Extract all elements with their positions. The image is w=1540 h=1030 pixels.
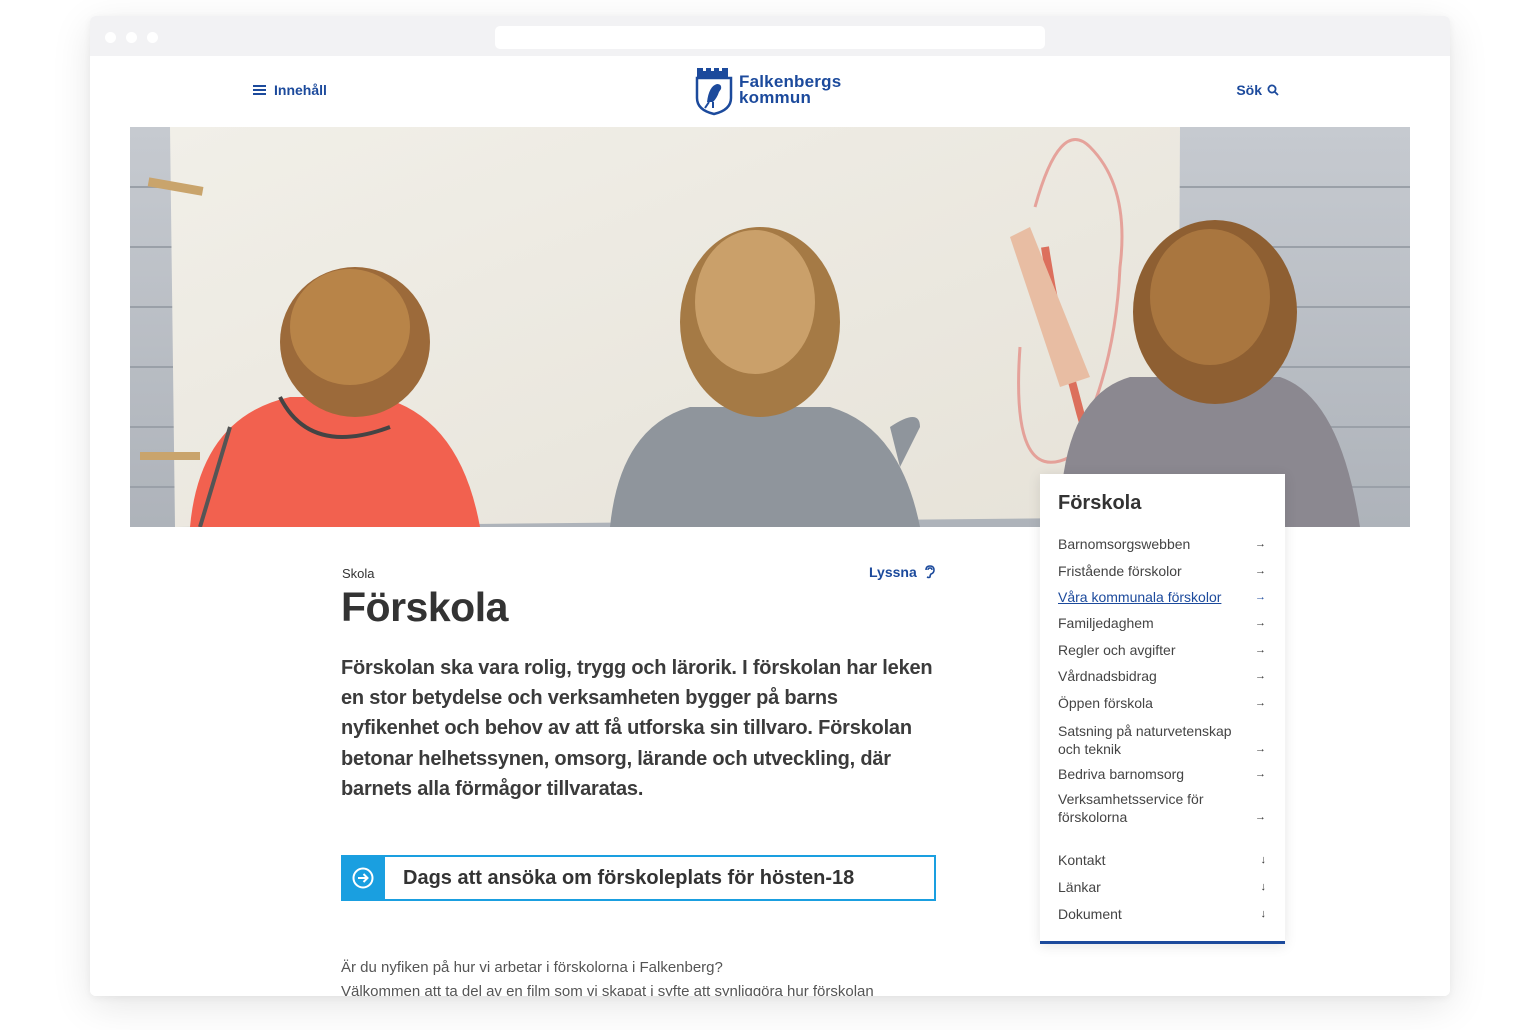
logo-line-2: kommun — [739, 88, 812, 107]
nav-item-label: Kontakt — [1058, 852, 1106, 868]
site-logo[interactable]: Falkenbergs kommun — [695, 64, 841, 116]
page-title: Förskola — [341, 584, 508, 630]
nav-item-label: Barnomsorgswebben — [1058, 536, 1191, 552]
crest-icon — [695, 68, 733, 116]
arrow-right-icon: → — [1255, 565, 1266, 577]
content-menu-label: Innehåll — [274, 82, 327, 98]
apply-preschool-button[interactable]: Dags att ansöka om förskoleplats för hös… — [341, 855, 936, 901]
nav-item-barnomsorgswebben[interactable]: Barnomsorgswebben → — [1058, 535, 1266, 553]
nav-item-vara-kommunala-forskolor[interactable]: Våra kommunala förskolor → — [1058, 588, 1266, 606]
browser-window: Innehåll Falkenbergs kommun Sök Skola Ly… — [90, 16, 1450, 996]
nav-item-label: Öppen förskola — [1058, 695, 1153, 711]
arrow-right-icon: → — [1255, 617, 1266, 629]
nav-item-label: Länkar — [1058, 879, 1101, 895]
arrow-right-icon: → — [1255, 697, 1266, 709]
arrow-right-icon: → — [1255, 670, 1266, 682]
arrow-down-icon: ↓ — [1260, 881, 1267, 893]
arrow-right-icon: → — [1255, 811, 1266, 823]
nav-item-kontakt[interactable]: Kontakt ↓ — [1058, 851, 1266, 869]
body-line-1: Är du nyfiken på hur vi arbetar i försko… — [341, 959, 723, 976]
apply-preschool-label: Dags att ansöka om förskoleplats för hös… — [403, 866, 855, 889]
browser-chrome — [90, 16, 1450, 56]
lead-paragraph: Förskolan ska vara rolig, trygg och läro… — [341, 657, 933, 800]
nav-item-label: Vårdnadsbidrag — [1058, 668, 1157, 684]
breadcrumb[interactable]: Skola — [342, 566, 375, 581]
listen-button[interactable]: Lyssna — [869, 564, 935, 580]
arrow-circle-icon — [341, 855, 385, 901]
nav-item-familjedaghem[interactable]: Familjedaghem → — [1058, 614, 1266, 632]
body-text: Är du nyfiken på hur vi arbetar i försko… — [341, 956, 941, 996]
nav-item-label: Våra kommunala förskolor — [1058, 589, 1222, 605]
nav-item-label: Dokument — [1058, 906, 1122, 922]
nav-item-bedriva-barnomsorg[interactable]: Bedriva barnomsorg → — [1058, 765, 1266, 783]
listen-label: Lyssna — [869, 564, 917, 580]
content-menu-button[interactable]: Innehåll — [253, 82, 327, 98]
nav-item-label: Fristående förskolor — [1058, 563, 1182, 579]
window-maximize-dot[interactable] — [147, 32, 158, 43]
section-nav-title: Förskola — [1058, 492, 1142, 514]
body-line-2: Välkommen att ta del av en film som vi s… — [341, 983, 874, 996]
search-icon — [1267, 84, 1279, 96]
hero-image — [130, 127, 1410, 527]
search-label: Sök — [1236, 82, 1262, 98]
nav-item-vardnadsbidrag[interactable]: Vårdnadsbidrag → — [1058, 667, 1266, 685]
nav-item-lankar[interactable]: Länkar ↓ — [1058, 878, 1266, 896]
section-nav: Förskola Barnomsorgswebben → Fristående … — [1040, 474, 1285, 944]
search-button[interactable]: Sök — [1236, 82, 1279, 98]
arrow-right-icon: → — [1255, 768, 1266, 780]
address-bar[interactable] — [495, 26, 1045, 49]
arrow-down-icon: ↓ — [1260, 908, 1267, 920]
site-page: Innehåll Falkenbergs kommun Sök Skola Ly… — [90, 56, 1450, 996]
nav-item-fristaende-forskolor[interactable]: Fristående förskolor → — [1058, 562, 1266, 580]
hamburger-icon — [253, 85, 266, 95]
nav-item-regler-och-avgifter[interactable]: Regler och avgifter → — [1058, 641, 1266, 659]
window-minimize-dot[interactable] — [126, 32, 137, 43]
arrow-down-icon: ↓ — [1260, 854, 1267, 866]
window-close-dot[interactable] — [105, 32, 116, 43]
arrow-right-icon: → — [1255, 644, 1266, 656]
arrow-right-icon: → — [1255, 538, 1266, 550]
arrow-right-icon: → — [1255, 743, 1266, 755]
nav-item-label: Satsning på naturvetenskap och teknik — [1058, 723, 1232, 757]
nav-item-satsning-naturvetenskap[interactable]: Satsning på naturvetenskap och teknik → — [1058, 722, 1266, 758]
nav-item-verksamhetsservice[interactable]: Verksamhetsservice för förskolorna → — [1058, 790, 1266, 826]
nav-item-label: Verksamhetsservice för förskolorna — [1058, 791, 1204, 825]
nav-item-oppen-forskola[interactable]: Öppen förskola → — [1058, 694, 1266, 712]
arrow-right-icon: → — [1255, 591, 1266, 603]
nav-item-label: Regler och avgifter — [1058, 642, 1176, 658]
ear-icon — [924, 565, 935, 579]
nav-item-dokument[interactable]: Dokument ↓ — [1058, 905, 1266, 923]
nav-item-label: Familjedaghem — [1058, 615, 1154, 631]
nav-item-label: Bedriva barnomsorg — [1058, 766, 1185, 782]
